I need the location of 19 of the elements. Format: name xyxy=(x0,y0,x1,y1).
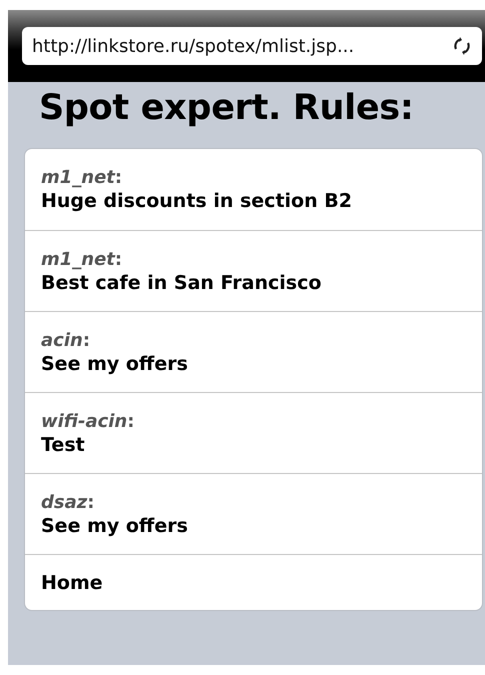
page-title: Spot expert. Rules: xyxy=(39,88,415,128)
author-label: m1_net: xyxy=(41,167,122,188)
rule-text: Huge discounts in section B2 xyxy=(41,190,352,212)
author-label: dsaz: xyxy=(41,492,94,512)
author-label: acin: xyxy=(41,330,90,350)
author-label: wifi-acin: xyxy=(41,410,134,432)
rule-text: Best cafe in San Francisco xyxy=(41,272,322,294)
address-field[interactable]: http://linkstore.ru/spotex/mlist.jsp... xyxy=(22,27,482,65)
rule-item[interactable]: m1_net: Best cafe in San Francisco xyxy=(25,230,482,311)
rule-item[interactable]: dsaz: See my offers xyxy=(25,473,482,554)
rule-text: See my offers xyxy=(41,514,188,536)
rule-text: See my offers xyxy=(41,352,188,374)
home-link[interactable]: Home xyxy=(25,554,482,610)
rule-item[interactable]: wifi-acin: Test xyxy=(25,392,482,473)
reload-icon[interactable] xyxy=(452,36,472,56)
rule-item[interactable]: acin: See my offers xyxy=(25,311,482,392)
rule-item[interactable]: m1_net: Huge discounts in section B2 xyxy=(25,149,482,230)
rule-text: Test xyxy=(41,434,85,456)
author-label: m1_net: xyxy=(41,248,122,270)
